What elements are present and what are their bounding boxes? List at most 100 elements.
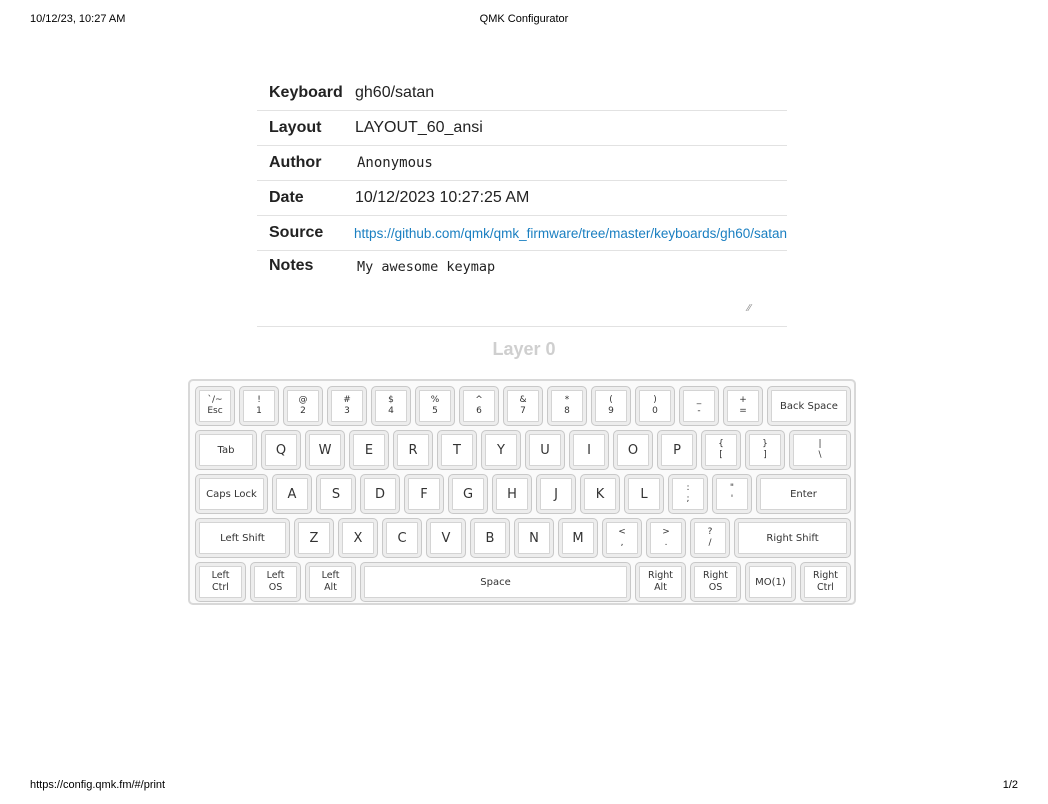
keymap-info-table: Keyboard gh60/satan Layout LAYOUT_60_ans… [257,76,787,327]
key-6[interactable]: ^ 6 [459,386,499,426]
key-legend-bottom: ] [763,450,767,460]
key-v[interactable]: V [426,518,466,558]
key-backspace[interactable]: Back Space [767,386,851,426]
key-semicolon[interactable]: : ; [668,474,708,514]
key-legend: Q [275,442,287,458]
key-right-ctrl[interactable]: Right Ctrl [800,562,851,602]
key-space[interactable]: Space [360,562,631,602]
key-k[interactable]: K [580,474,620,514]
info-row-author: Author Anonymous [257,146,787,181]
source-link[interactable]: https://github.com/qmk/qmk_firmware/tree… [354,216,787,250]
date-value: 10/12/2023 10:27:25 AM [355,189,530,206]
key-mo1[interactable]: MO(1) [745,562,796,602]
key-legend: H [507,486,517,502]
key-z[interactable]: Z [294,518,334,558]
key-legend: I [587,442,591,458]
key-legend: Y [497,442,505,458]
key-legend-top: Left [211,570,230,581]
key-8[interactable]: * 8 [547,386,587,426]
key-3[interactable]: # 3 [327,386,367,426]
key-legend-top: | [818,439,822,449]
key-legend-top: Right [647,570,674,581]
info-row-date: Date 10/12/2023 10:27:25 AM [257,181,787,216]
key-y[interactable]: Y [481,430,521,470]
resize-grip-icon[interactable]: ∕∕ [748,303,751,314]
notes-textarea[interactable]: My awesome keymap ∕∕ [355,251,787,326]
key-7[interactable]: & 7 [503,386,543,426]
layout-value: LAYOUT_60_ansi [355,119,483,136]
key-i[interactable]: I [569,430,609,470]
key-right-os[interactable]: Right OS [690,562,741,602]
key-9[interactable]: ( 9 [591,386,631,426]
key-a[interactable]: A [272,474,312,514]
key-legend-top: # [343,395,351,405]
notes-text: My awesome keymap [357,259,496,275]
key-legend-top: _ [696,395,702,405]
key-tab[interactable]: Tab [195,430,257,470]
key-legend: U [540,442,550,458]
key-legend-bottom: ; [686,494,690,504]
key-legend-bottom: - [697,406,701,416]
key-r[interactable]: R [393,430,433,470]
key-left-shift[interactable]: Left Shift [195,518,290,558]
key-left-os[interactable]: Left OS [250,562,301,602]
key-m[interactable]: M [558,518,598,558]
key-q[interactable]: Q [261,430,301,470]
key-w[interactable]: W [305,430,345,470]
key-legend-bottom: . [664,538,668,548]
key-5[interactable]: % 5 [415,386,455,426]
key-0[interactable]: ) 0 [635,386,675,426]
key-slash[interactable]: ? / [690,518,730,558]
key-enter[interactable]: Enter [756,474,851,514]
key-legend-bottom: Alt [654,582,667,593]
key-esc[interactable]: `/~ Esc [195,386,235,426]
key-comma[interactable]: < , [602,518,642,558]
key-minus[interactable]: _ - [679,386,719,426]
key-right-shift[interactable]: Right Shift [734,518,851,558]
key-right-alt[interactable]: Right Alt [635,562,686,602]
key-legend-bottom: ' [730,494,734,504]
key-period[interactable]: > . [646,518,686,558]
key-legend: B [485,530,495,546]
key-f[interactable]: F [404,474,444,514]
key-l[interactable]: L [624,474,664,514]
key-p[interactable]: P [657,430,697,470]
key-b[interactable]: B [470,518,510,558]
key-c[interactable]: C [382,518,422,558]
print-title: QMK Configurator [479,13,569,25]
key-h[interactable]: H [492,474,532,514]
key-legend-bottom: 7 [520,406,526,416]
key-legend-top: } [762,439,768,449]
key-legend: MO(1) [755,576,786,588]
date-label: Date [269,189,304,206]
key-legend: Back Space [780,400,838,412]
key-o[interactable]: O [613,430,653,470]
key-g[interactable]: G [448,474,488,514]
key-legend: T [453,442,461,458]
key-1[interactable]: ! 1 [239,386,279,426]
keyboard-value: gh60/satan [355,84,435,101]
key-left-ctrl[interactable]: Left Ctrl [195,562,246,602]
key-4[interactable]: $ 4 [371,386,411,426]
key-e[interactable]: E [349,430,389,470]
key-caps-lock[interactable]: Caps Lock [195,474,268,514]
key-t[interactable]: T [437,430,477,470]
key-legend: A [287,486,297,502]
key-j[interactable]: J [536,474,576,514]
key-equal[interactable]: + = [723,386,763,426]
key-legend-top: $ [388,395,394,405]
key-legend-bottom: / [708,538,712,548]
key-n[interactable]: N [514,518,554,558]
key-legend: F [420,486,428,502]
key-s[interactable]: S [316,474,356,514]
key-right-bracket[interactable]: } ] [745,430,785,470]
key-2[interactable]: @ 2 [283,386,323,426]
key-d[interactable]: D [360,474,400,514]
key-x[interactable]: X [338,518,378,558]
key-left-bracket[interactable]: { [ [701,430,741,470]
key-left-alt[interactable]: Left Alt [305,562,356,602]
key-backslash[interactable]: | \ [789,430,851,470]
key-legend-bottom: [ [719,450,723,460]
key-quote[interactable]: " ' [712,474,752,514]
key-u[interactable]: U [525,430,565,470]
